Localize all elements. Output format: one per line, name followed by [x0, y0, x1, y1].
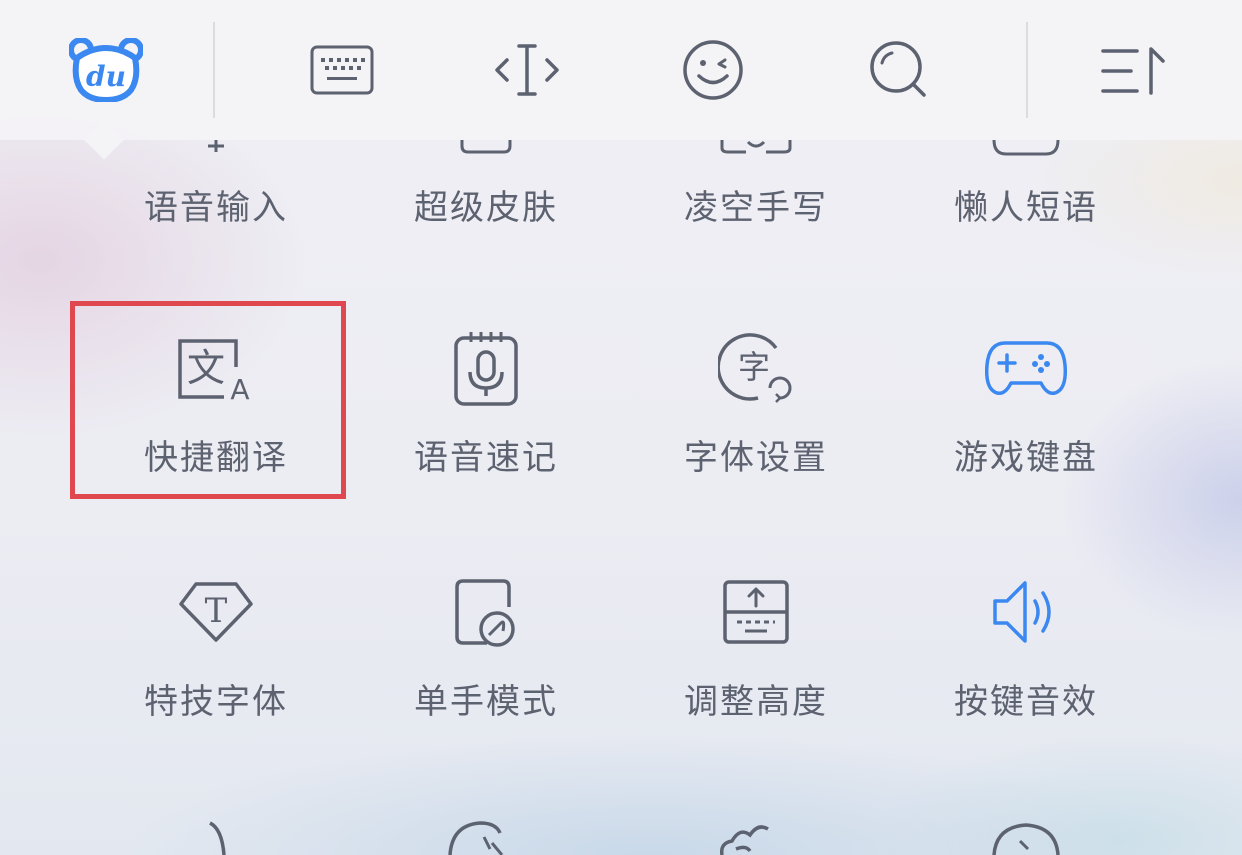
voice-input-icon [166, 140, 266, 180]
menu-collapse-button[interactable] [1054, 0, 1214, 140]
svg-text:A: A [230, 373, 249, 403]
grid-item-label: 按键音效 [954, 682, 1098, 722]
voice-memo-icon [454, 332, 518, 406]
grid-item-label: 语音输入 [144, 188, 288, 228]
svg-text:字: 字 [738, 348, 770, 386]
search-button[interactable] [819, 0, 979, 140]
svg-text:T: T [205, 591, 228, 631]
grid-item-lazy-phrase[interactable]: 懒人短语 [891, 180, 1161, 240]
grid-item-super-skin[interactable]: 超级皮肤 [351, 180, 621, 240]
grid-item-key-sound[interactable]: 按键音效 [891, 562, 1161, 742]
emoji-button[interactable] [633, 0, 793, 140]
grid-item-voice-input[interactable]: 语音输入 [81, 180, 351, 240]
du-logo-button[interactable]: du [26, 0, 186, 140]
grid-item-label: 调整高度 [684, 682, 828, 722]
cursor-move-button[interactable] [447, 0, 607, 140]
font-settings-icon: 字 [718, 333, 792, 403]
skin-icon [436, 140, 536, 180]
grid-item-fancy-font[interactable]: T 特技字体 [81, 562, 351, 742]
toolbar-divider [213, 22, 215, 118]
grid-item-one-hand[interactable]: 单手模式 [351, 562, 621, 742]
grid-item-font-settings[interactable]: 字 字体设置 [621, 318, 891, 498]
menu-collapse-icon [1101, 47, 1165, 95]
grid-item-label: 快捷翻译 [144, 438, 288, 478]
svg-text:du: du [86, 60, 126, 93]
keyboard-icon [310, 45, 374, 95]
search-icon [870, 41, 926, 97]
translate-icon: 文 A [178, 339, 250, 403]
key-sound-icon [993, 581, 1051, 643]
timer-icon [436, 815, 536, 855]
grid-item-adjust-height[interactable]: 调整高度 [621, 562, 891, 742]
grid-item-quick-translate[interactable]: 文 A 快捷翻译 [81, 318, 351, 498]
du-logo-icon: du [69, 38, 143, 102]
svg-text:文: 文 [187, 346, 225, 390]
compass-icon [976, 815, 1076, 855]
grid-item-label: 单手模式 [414, 682, 558, 722]
adjust-height-icon [723, 580, 789, 644]
grid-item-label: 游戏键盘 [954, 438, 1098, 478]
grid-item-label: 超级皮肤 [414, 188, 558, 228]
handwriting-icon [706, 140, 806, 180]
grid-item-label: 凌空手写 [684, 188, 828, 228]
grid-item-label: 懒人短语 [954, 188, 1098, 228]
cursor-move-icon [495, 44, 559, 96]
grid-item-label: 字体设置 [684, 438, 828, 478]
toolbar-divider [1026, 22, 1028, 118]
grid-item-label: 语音速记 [414, 438, 558, 478]
cloud-icon [706, 815, 806, 855]
keyboard-button[interactable] [262, 0, 422, 140]
grid-item-game-keyboard[interactable]: 游戏键盘 [891, 318, 1161, 498]
gamepad-icon [985, 341, 1067, 396]
phrase-icon [976, 140, 1076, 180]
grid-item-handwriting[interactable]: 凌空手写 [621, 180, 891, 240]
fancy-font-icon: T [179, 582, 253, 642]
emoji-icon [683, 40, 743, 100]
one-hand-icon [455, 579, 515, 647]
grid-item-voice-memo[interactable]: 语音速记 [351, 318, 621, 498]
night-mode-icon [166, 815, 266, 855]
keyboard-toolbar: du [0, 0, 1242, 140]
grid-item-label: 特技字体 [144, 682, 288, 722]
